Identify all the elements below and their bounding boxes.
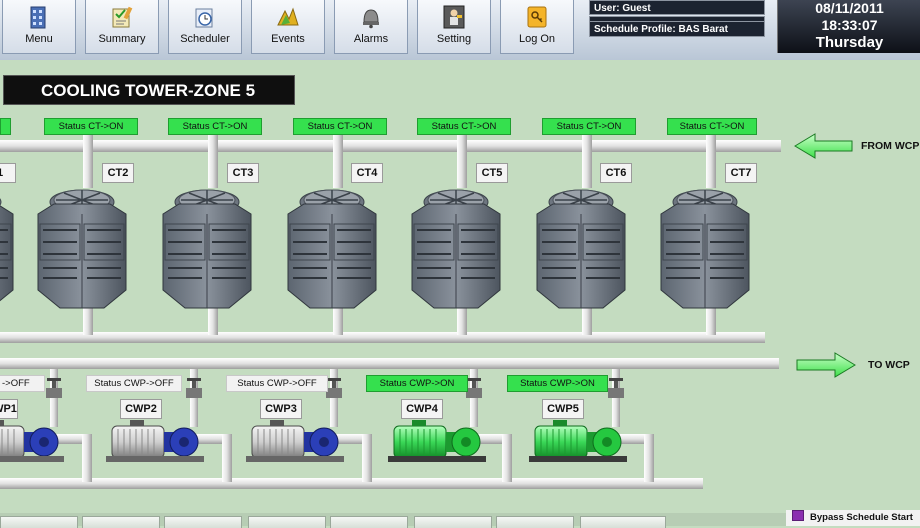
cwp1-label: WP1 <box>0 399 18 419</box>
clock-icon <box>195 8 213 28</box>
events-label: Events <box>271 33 305 45</box>
bell-icon <box>363 9 379 29</box>
setting-button[interactable]: Setting <box>417 0 491 54</box>
from-wcp-label: FROM WCP <box>861 140 920 152</box>
ct5-status: Status CT->ON <box>417 118 511 135</box>
ct3-label: CT3 <box>227 163 259 183</box>
bottom-tab-5[interactable] <box>330 516 408 528</box>
scheduler-label: Scheduler <box>180 33 230 45</box>
cwp2-label: CWP2 <box>120 399 162 419</box>
bottom-tab-2[interactable] <box>82 516 160 528</box>
cwp4-status: Status CWP->ON <box>366 375 468 392</box>
supply-header-pipe <box>0 140 781 152</box>
schedule-profile-field: Schedule Profile: BAS Barat <box>589 21 765 37</box>
cwp3-status: Status CWP->OFF <box>226 375 328 392</box>
ct6-status: Status CT->ON <box>542 118 636 135</box>
key-icon <box>527 6 547 28</box>
to-wcp-arrow-icon <box>796 352 856 378</box>
ct1-label: 1 <box>0 163 16 183</box>
ct4-status: Status CT->ON <box>293 118 387 135</box>
clock-day: Thursday <box>815 34 884 51</box>
cooling-tower-ct7[interactable] <box>660 189 750 309</box>
menu-label: Menu <box>25 33 53 45</box>
to-wcp-label: TO WCP <box>868 359 910 371</box>
bottom-tab-1[interactable] <box>0 516 78 528</box>
cooling-tower-ct3[interactable] <box>162 189 252 309</box>
log-on-label: Log On <box>518 33 556 45</box>
cwp3-label: CWP3 <box>260 399 302 419</box>
cwp5-label: CWP5 <box>542 399 584 419</box>
setting-label: Setting <box>436 33 472 45</box>
cooling-tower-ct5[interactable] <box>411 189 501 309</box>
cooling-tower-ct6[interactable] <box>536 189 626 309</box>
cooling-tower-ct2[interactable] <box>37 189 127 309</box>
bypass-legend: Bypass Schedule Start <box>786 510 920 526</box>
cwp1-status: ->OFF <box>0 375 45 392</box>
ct3-status: Status CT->ON <box>168 118 262 135</box>
events-icon <box>277 7 299 26</box>
summary-label: Summary <box>98 33 146 45</box>
user-field: User: Guest <box>589 0 765 15</box>
cwp4-label: CWP4 <box>401 399 443 419</box>
ct7-status: Status CT->ON <box>667 118 757 135</box>
cwp5-status: Status CWP->ON <box>507 375 608 392</box>
pump-header-pipe <box>0 358 779 369</box>
clock-date: 08/11/2011 <box>815 0 884 16</box>
bottom-tab-3[interactable] <box>164 516 242 528</box>
legend-label: Bypass Schedule Start <box>810 512 913 523</box>
pump-cwp3[interactable] <box>245 419 345 463</box>
events-button[interactable]: Events <box>251 0 325 54</box>
scheduler-button[interactable]: Scheduler <box>168 0 242 54</box>
ct4-label: CT4 <box>351 163 383 183</box>
alarms-label: Alarms <box>353 33 389 45</box>
alarms-button[interactable]: Alarms <box>334 0 408 54</box>
ct2-status: Status CT->ON <box>44 118 138 135</box>
bottom-tab-4[interactable] <box>248 516 326 528</box>
ct2-label: CT2 <box>102 163 134 183</box>
bottom-tab-7[interactable] <box>496 516 574 528</box>
menu-button[interactable]: Menu <box>2 0 76 54</box>
return-header-pipe <box>0 332 765 343</box>
summary-button[interactable]: Summary <box>85 0 159 54</box>
ct6-label: CT6 <box>600 163 632 183</box>
bottom-tab-8[interactable] <box>580 516 666 528</box>
ct1-status <box>0 118 11 135</box>
settings-icon <box>443 5 465 29</box>
discharge-pipe <box>0 478 703 489</box>
from-wcp-arrow-icon <box>794 133 853 159</box>
pump-cwp2[interactable] <box>105 419 205 463</box>
legend-swatch <box>792 510 804 521</box>
summary-icon <box>112 6 133 28</box>
clock-panel: 08/11/2011 18:33:07 Thursday <box>777 0 920 53</box>
ct5-label: CT5 <box>476 163 508 183</box>
cooling-tower-ct4[interactable] <box>287 189 377 309</box>
cwp2-status: Status CWP->OFF <box>86 375 182 392</box>
bottom-tab-6[interactable] <box>414 516 492 528</box>
building-icon <box>30 6 46 29</box>
clock-time: 18:33:07 <box>821 17 878 33</box>
cooling-tower-1[interactable] <box>0 189 14 309</box>
log-on-button[interactable]: Log On <box>500 0 574 54</box>
ct7-label: CT7 <box>725 163 757 183</box>
